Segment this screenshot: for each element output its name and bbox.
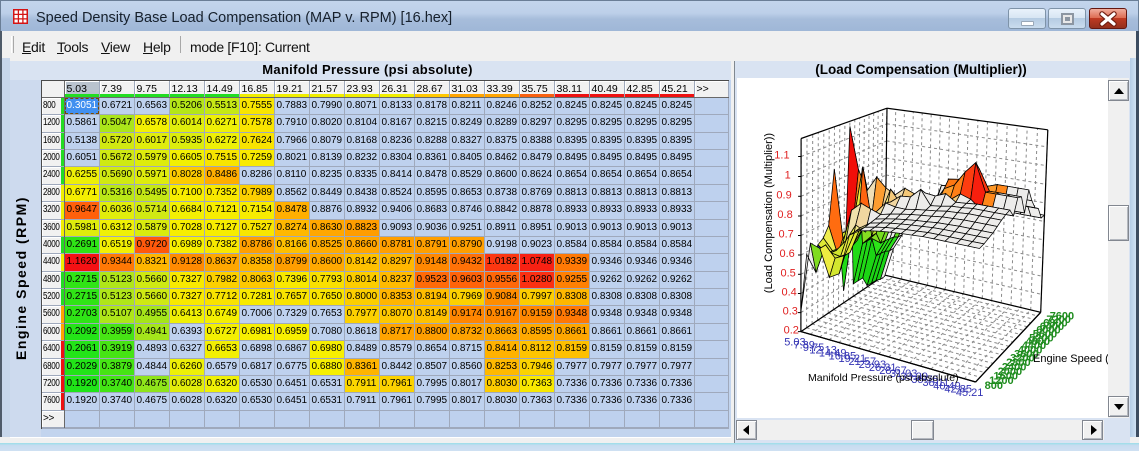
- svg-text:0.6: 0.6: [780, 248, 795, 260]
- svg-text:45.21: 45.21: [956, 387, 984, 399]
- svg-text:Manifold Pressure (psi absolut: Manifold Pressure (psi absolute): [808, 372, 959, 384]
- svg-text:0.3: 0.3: [783, 306, 798, 318]
- svg-text:(Load Compensation (Multiplier: (Load Compensation (Multiplier)): [763, 133, 775, 293]
- svg-text:1: 1: [785, 170, 791, 182]
- svg-text:7600: 7600: [1050, 310, 1074, 322]
- svg-text:0.4: 0.4: [782, 287, 797, 299]
- svg-text:0.5: 0.5: [781, 267, 796, 279]
- svg-text:0.8: 0.8: [777, 209, 792, 221]
- svg-text:0.2: 0.2: [784, 325, 799, 337]
- svg-text:1.1: 1.1: [774, 150, 789, 162]
- svg-text:Engine Speed (R: Engine Speed (R: [1033, 353, 1108, 365]
- svg-text:0.7: 0.7: [779, 229, 794, 241]
- svg-text:0.9: 0.9: [776, 189, 791, 201]
